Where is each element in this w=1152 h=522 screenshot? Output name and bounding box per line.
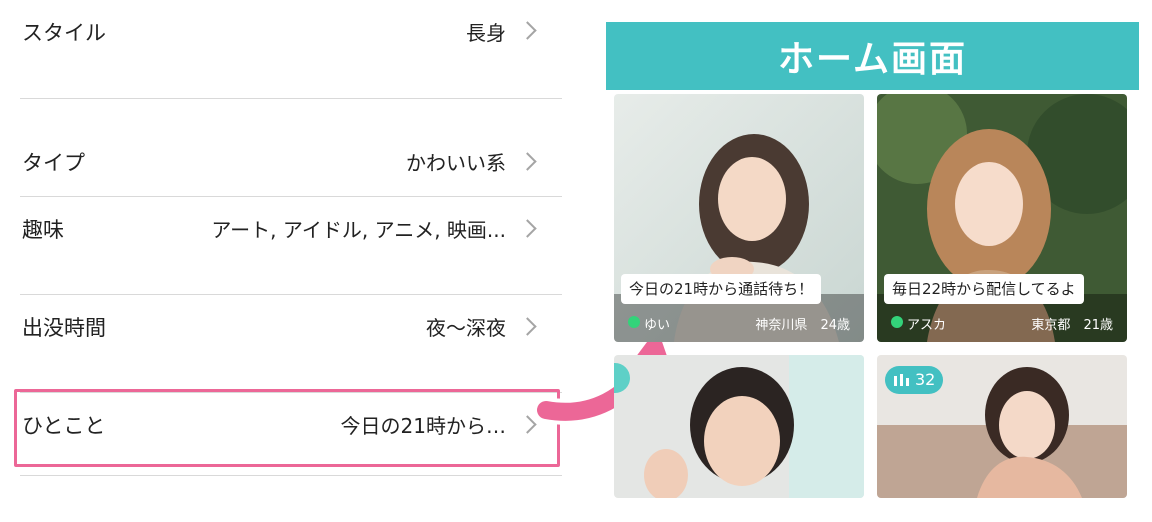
profile-meta: アスカ 東京都 21歳 (877, 310, 1127, 336)
row-value: 長身 (466, 21, 506, 45)
profile-name: ゆい (644, 318, 671, 333)
profile-photo (877, 94, 1127, 342)
row-value: 夜〜深夜 (426, 316, 506, 340)
online-status-icon (891, 316, 903, 328)
profile-photo (614, 355, 864, 498)
chevron-right-icon (518, 21, 537, 40)
chevron-right-icon (518, 152, 537, 171)
row-label: 趣味 (22, 218, 64, 242)
profile-card[interactable] (614, 355, 864, 498)
profile-card[interactable]: 32 (877, 355, 1127, 498)
highlight-frame (14, 389, 560, 467)
profile-settings-list: スタイル 長身 タイプ かわいい系 趣味 アート, アイドル, アニメ, 映画.… (0, 0, 570, 522)
profile-card[interactable]: 今日の21時から通話待ち！ ゆい 神奈川県 24歳 (614, 94, 864, 342)
settings-row-style[interactable]: スタイル 長身 (20, 0, 562, 99)
profile-meta: ゆい 神奈川県 24歳 (614, 310, 864, 336)
chevron-right-icon (518, 219, 537, 238)
row-value: アート, アイドル, アニメ, 映画... (211, 218, 506, 242)
viewer-count: 32 (915, 370, 936, 389)
status-message: 今日の21時から通話待ち！ (621, 274, 822, 304)
divider (20, 475, 562, 476)
row-label: スタイル (22, 21, 106, 45)
online-status-icon (628, 316, 640, 328)
profile-location-age: 神奈川県 24歳 (755, 318, 850, 333)
profile-card[interactable]: 毎日22時から配信してるよ アスカ 東京都 21歳 (877, 94, 1127, 342)
banner-title: ホーム画面 (778, 39, 967, 80)
profile-name: アスカ (907, 318, 947, 333)
settings-row-active-time[interactable]: 出没時間 夜〜深夜 (20, 294, 562, 393)
status-message: 毎日22時から配信してるよ (884, 274, 1084, 304)
settings-row-hobby[interactable]: 趣味 アート, アイドル, アニメ, 映画... (20, 196, 562, 295)
row-label: タイプ (22, 151, 85, 175)
row-label: 出没時間 (22, 316, 106, 340)
profile-location-age: 東京都 21歳 (1031, 318, 1113, 333)
home-screen-banner: ホーム画面 (606, 22, 1139, 90)
profile-photo (614, 94, 864, 342)
settings-row-type[interactable]: タイプ かわいい系 (20, 98, 562, 197)
row-value: かわいい系 (406, 151, 506, 175)
audio-bars-icon (894, 374, 909, 386)
live-viewers-badge: 32 (885, 366, 944, 394)
